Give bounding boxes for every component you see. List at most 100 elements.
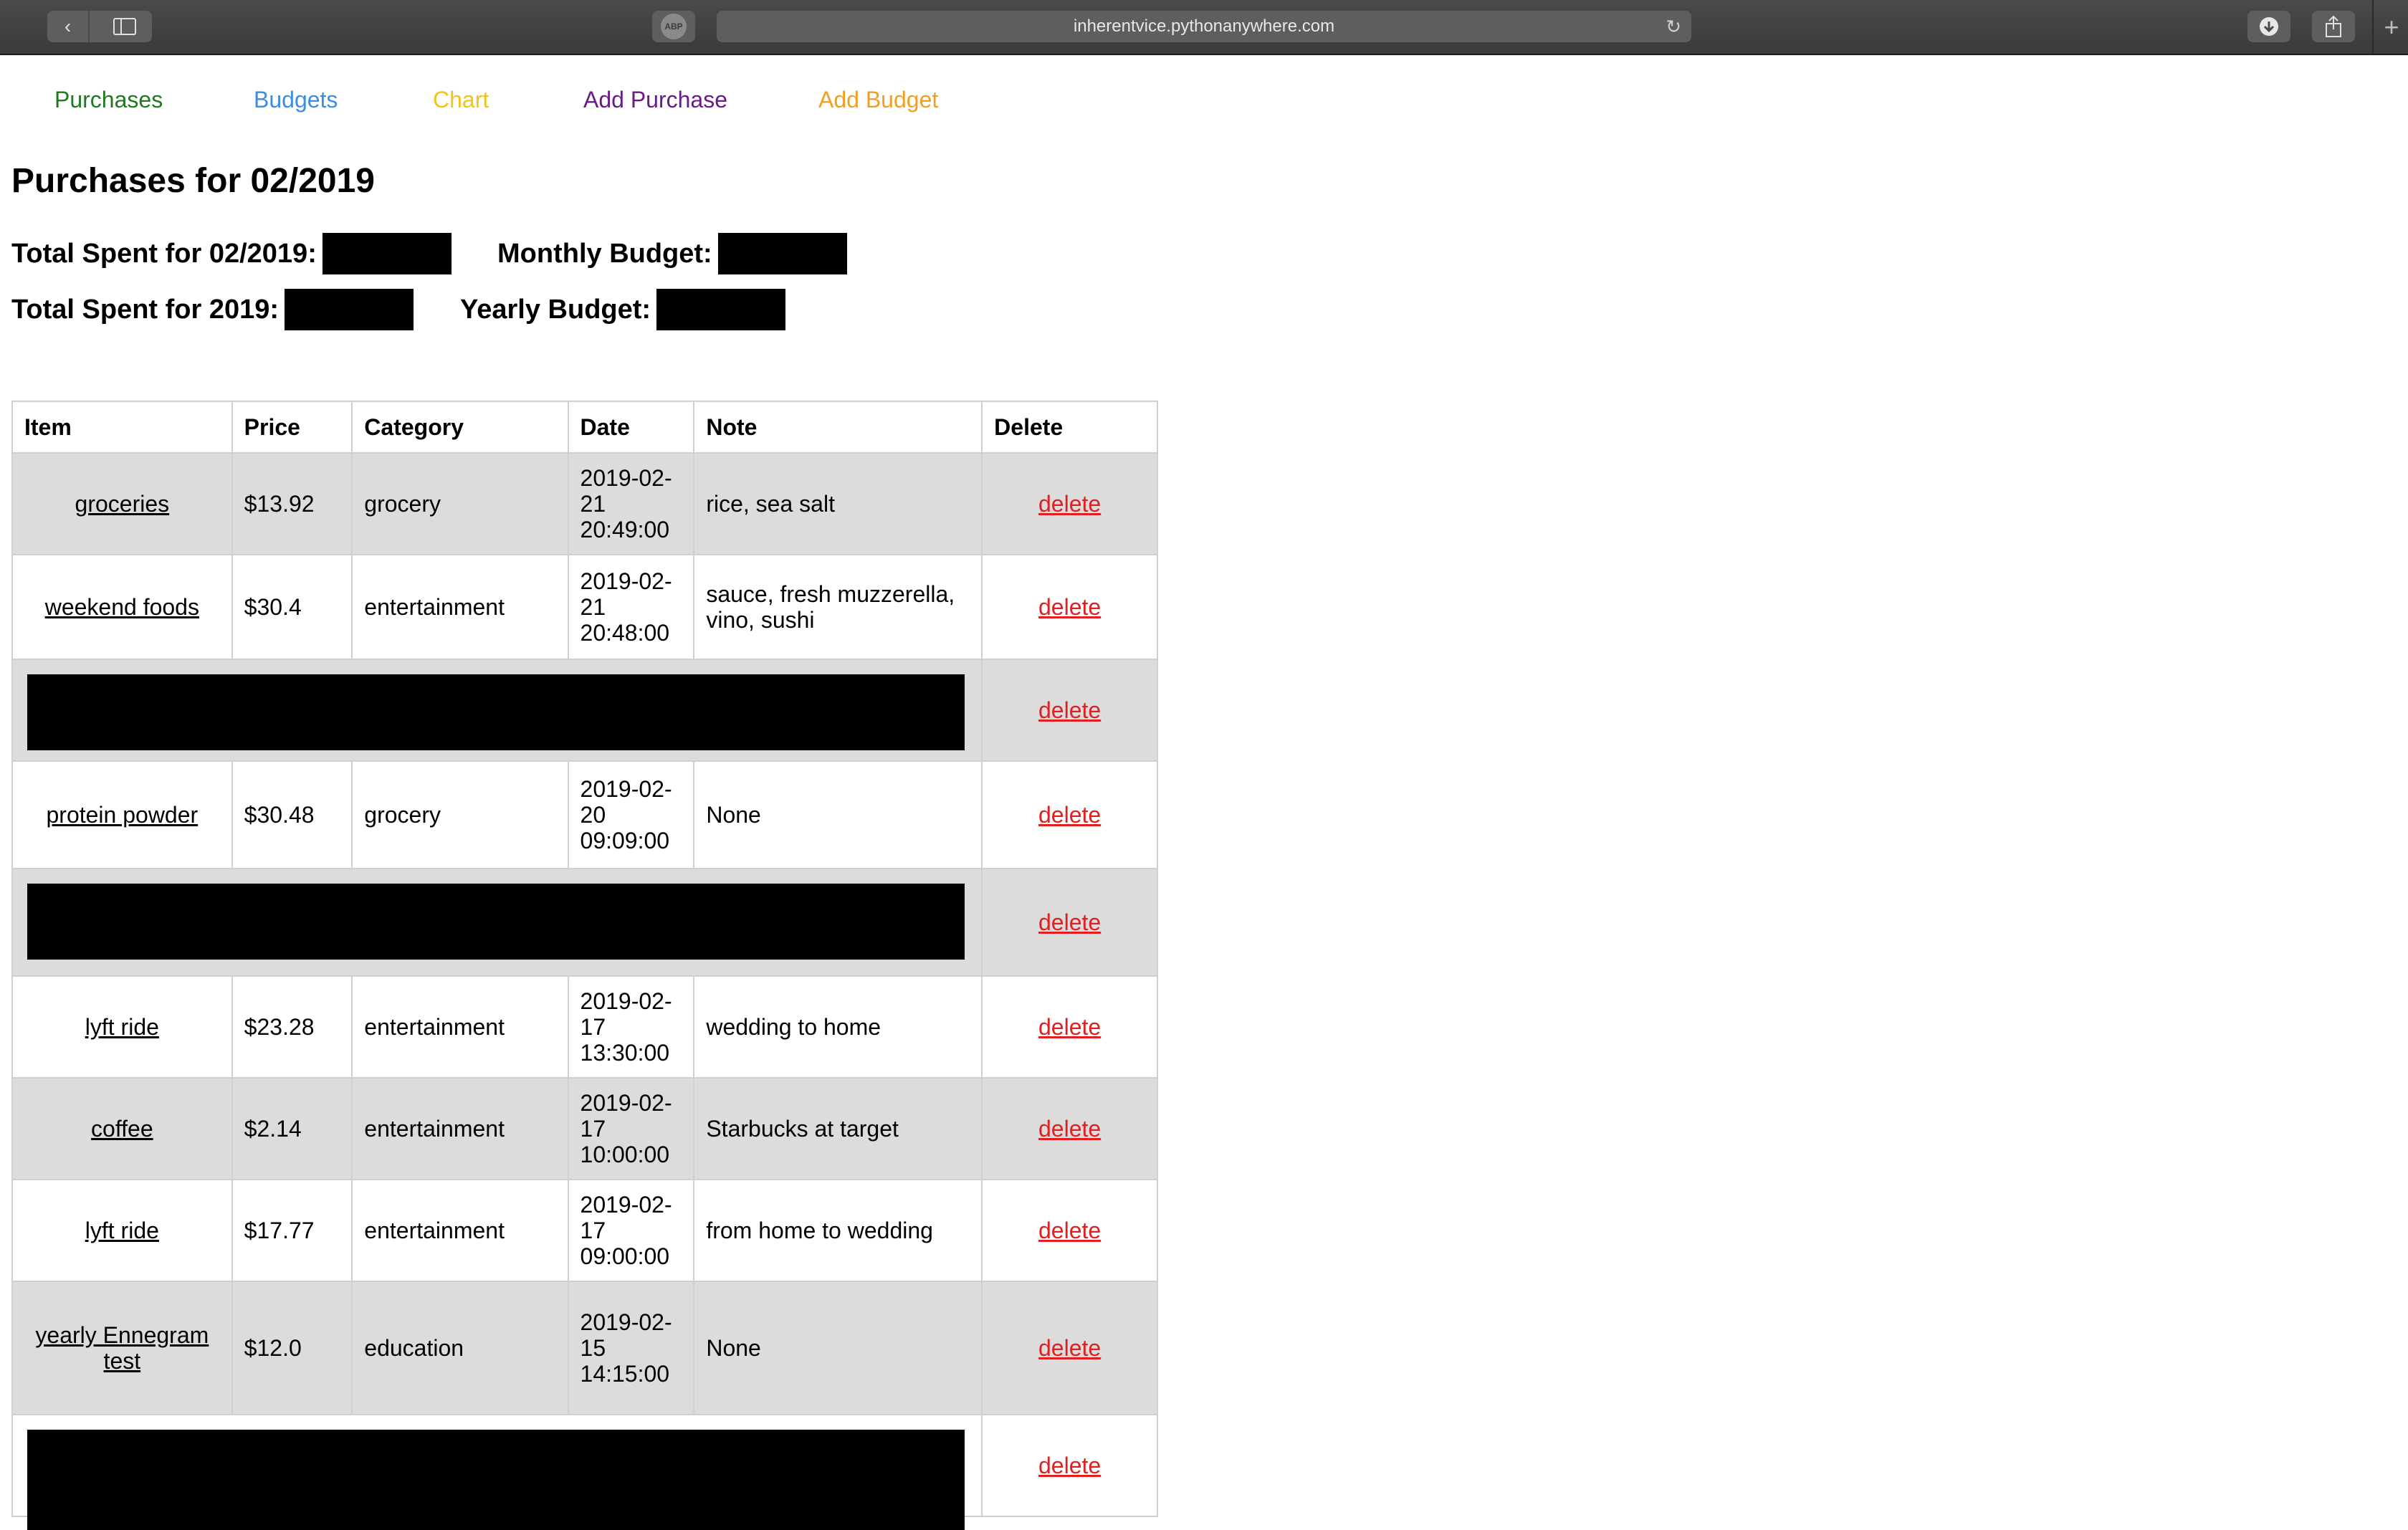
monthly-budget-stat: Monthly Budget:: [497, 233, 847, 274]
note-cell: None: [693, 1281, 983, 1415]
share-button[interactable]: [2312, 11, 2355, 42]
month-spent-stat: Total Spent for 02/2019:: [11, 233, 452, 274]
redacted-value: [285, 289, 414, 330]
redacted-value: [656, 289, 786, 330]
table-row: coffee $2.14 entertainment 2019-02-17 10:00…: [11, 1077, 1158, 1180]
table-row: lyft ride $23.28 entertainment 2019-02-17 1…: [11, 975, 1158, 1079]
delete-cell: delete: [981, 1414, 1158, 1517]
redacted-block: [27, 884, 965, 960]
item-link[interactable]: protein powder: [46, 802, 198, 828]
redacted-cell: [11, 1414, 983, 1530]
redacted-block: [27, 1430, 965, 1530]
date-cell: 2019-02-17 10:00:00: [567, 1077, 695, 1180]
delete-link[interactable]: delete: [1038, 491, 1101, 517]
redacted-block: [27, 674, 965, 750]
delete-cell: delete: [981, 760, 1158, 869]
date-cell: 2019-02-15 14:15:00: [567, 1281, 695, 1415]
yearly-budget-label: Yearly Budget:: [460, 294, 651, 325]
delete-cell: delete: [981, 554, 1158, 660]
monthly-budget-label: Monthly Budget:: [497, 238, 712, 269]
delete-cell: delete: [981, 1179, 1158, 1282]
download-icon: [2260, 17, 2278, 36]
delete-link[interactable]: delete: [1038, 697, 1101, 723]
header-price: Price: [231, 401, 353, 454]
sidebar-toggle-button[interactable]: [97, 11, 152, 42]
delete-link[interactable]: delete: [1038, 909, 1101, 935]
adblock-icon: ABP: [661, 14, 687, 39]
price-cell: $23.28: [231, 975, 353, 1079]
nav-link-chart[interactable]: Chart: [433, 87, 489, 113]
delete-link[interactable]: delete: [1038, 1335, 1101, 1361]
redacted-cell: [11, 868, 983, 977]
delete-link[interactable]: delete: [1038, 1014, 1101, 1040]
delete-link[interactable]: delete: [1038, 1453, 1101, 1478]
price-cell: $30.4: [231, 554, 353, 660]
delete-link[interactable]: delete: [1038, 802, 1101, 828]
month-spent-label: Total Spent for 02/2019:: [11, 238, 317, 269]
category-cell: entertainment: [351, 554, 569, 660]
plus-icon: +: [2384, 11, 2399, 42]
page-title: Purchases for 02/2019: [11, 162, 375, 200]
category-cell: grocery: [351, 452, 569, 555]
price-cell: $12.0: [231, 1281, 353, 1415]
header-note: Note: [693, 401, 983, 454]
sidebar-icon: [113, 18, 136, 35]
item-link[interactable]: coffee: [91, 1116, 153, 1142]
price-cell: $17.77: [231, 1179, 353, 1282]
year-spent-stat: Total Spent for 2019:: [11, 289, 414, 330]
delete-cell: delete: [981, 452, 1158, 555]
item-cell: weekend foods: [11, 554, 233, 660]
purchases-table: Item Price Category Date Note Delete gro…: [11, 401, 1158, 1530]
item-cell: lyft ride: [11, 975, 233, 1079]
item-cell: lyft ride: [11, 1179, 233, 1282]
date-cell: 2019-02-20 09:09:00: [567, 760, 695, 869]
price-cell: $13.92: [231, 452, 353, 555]
note-cell: Starbucks at target: [693, 1077, 983, 1180]
header-category: Category: [351, 401, 569, 454]
delete-link[interactable]: delete: [1038, 594, 1101, 620]
delete-link[interactable]: delete: [1038, 1116, 1101, 1142]
nav-link-purchases[interactable]: Purchases: [54, 87, 163, 113]
table-row: lyft ride $17.77 entertainment 2019-02-17 0…: [11, 1179, 1158, 1282]
redacted-value: [322, 233, 452, 274]
price-cell: $2.14: [231, 1077, 353, 1180]
item-cell: coffee: [11, 1077, 233, 1180]
nav-link-add-budget[interactable]: Add Budget: [818, 87, 938, 113]
item-link[interactable]: weekend foods: [45, 594, 199, 620]
date-cell: 2019-02-17 09:00:00: [567, 1179, 695, 1282]
adblock-button[interactable]: ABP: [652, 11, 695, 42]
delete-cell: delete: [981, 868, 1158, 977]
item-link[interactable]: lyft ride: [85, 1014, 159, 1040]
header-date: Date: [567, 401, 695, 454]
date-cell: 2019-02-21 20:48:00: [567, 554, 695, 660]
nav-link-budgets[interactable]: Budgets: [254, 87, 338, 113]
date-cell: 2019-02-21 20:49:00: [567, 452, 695, 555]
item-link[interactable]: groceries: [75, 491, 170, 517]
delete-link[interactable]: delete: [1038, 1218, 1101, 1243]
year-spent-label: Total Spent for 2019:: [11, 294, 280, 325]
back-icon[interactable]: ‹: [47, 11, 88, 42]
header-item: Item: [11, 401, 233, 454]
browser-toolbar: ‹ › ABP inherentvice.pythonanywhere.com …: [0, 0, 2408, 55]
table-header-row: Item Price Category Date Note Delete: [11, 401, 1158, 454]
note-cell: None: [693, 760, 983, 869]
item-link[interactable]: yearly Ennegram test: [35, 1322, 209, 1374]
note-cell: rice, sea salt: [693, 452, 983, 555]
reload-icon[interactable]: ↻: [1666, 11, 1681, 42]
delete-cell: delete: [981, 1077, 1158, 1180]
note-cell: sauce, fresh muzzerella, vino, sushi: [693, 554, 983, 660]
delete-cell: delete: [981, 1281, 1158, 1415]
downloads-button[interactable]: [2247, 11, 2290, 42]
url-text: inherentvice.pythonanywhere.com: [1073, 16, 1335, 36]
yearly-budget-stat: Yearly Budget:: [460, 289, 786, 330]
share-icon: [2326, 15, 2341, 37]
nav-link-add-purchase[interactable]: Add Purchase: [583, 87, 727, 113]
delete-cell: delete: [981, 659, 1158, 762]
table-row: delete: [11, 1414, 1158, 1530]
item-link[interactable]: lyft ride: [85, 1218, 159, 1243]
date-cell: 2019-02-17 13:30:00: [567, 975, 695, 1079]
new-tab-button[interactable]: +: [2372, 0, 2408, 54]
note-cell: wedding to home: [693, 975, 983, 1079]
item-cell: yearly Ennegram test: [11, 1281, 233, 1415]
address-bar[interactable]: inherentvice.pythonanywhere.com ↻: [717, 11, 1691, 42]
